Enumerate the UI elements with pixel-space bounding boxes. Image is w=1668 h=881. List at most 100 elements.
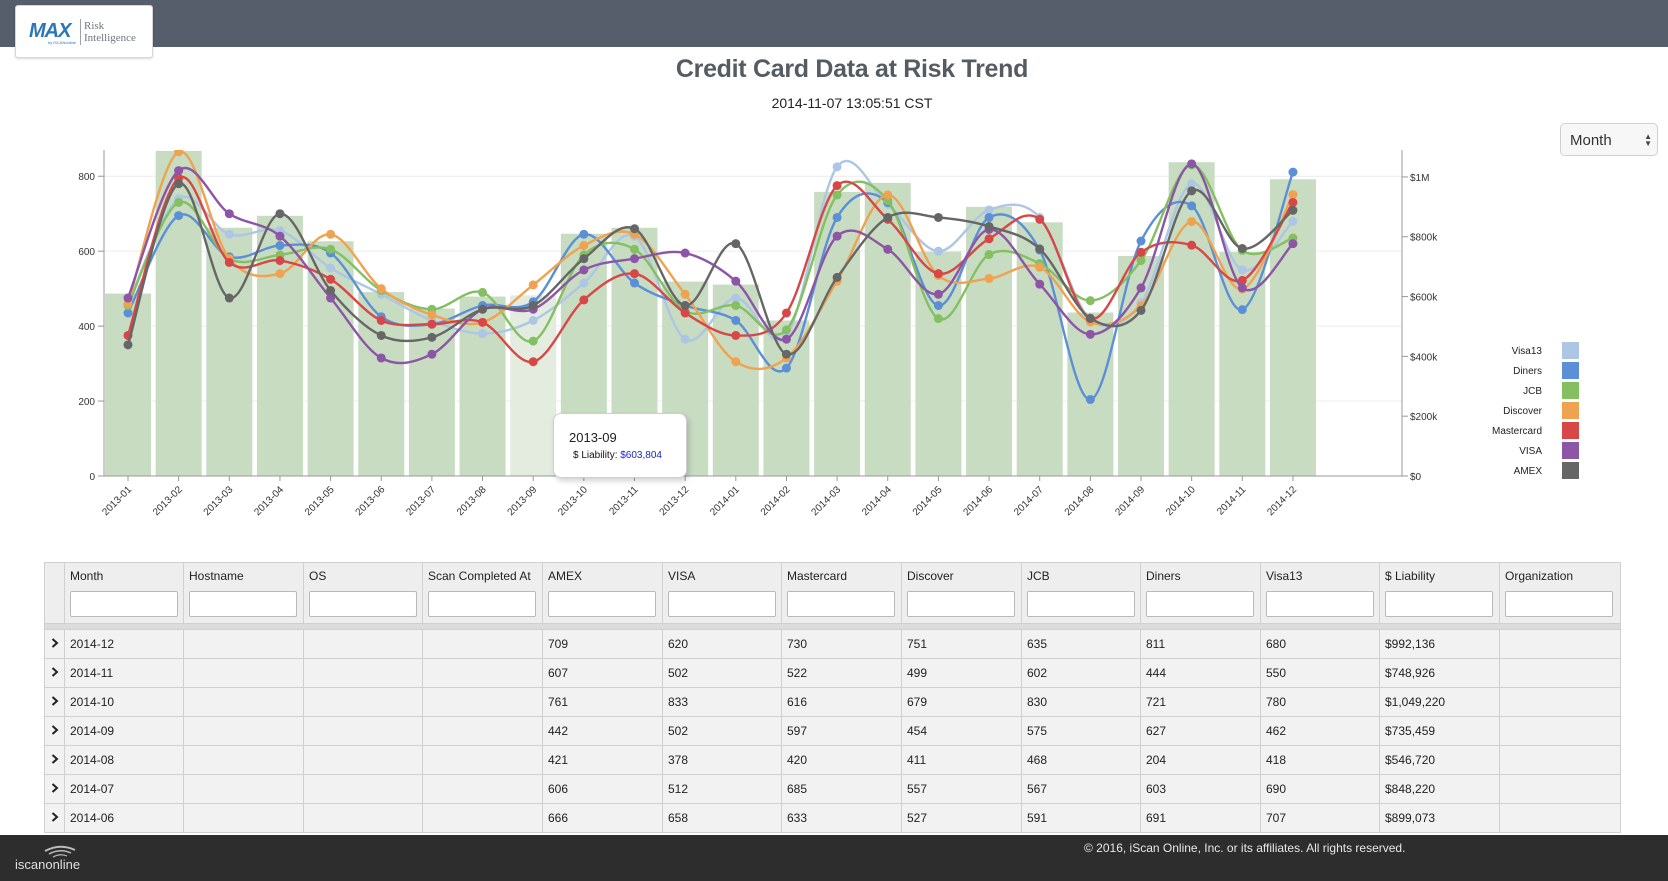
table-cell: 550 [1260, 658, 1380, 688]
legend-label-amex: AMEX [1514, 466, 1543, 477]
table-cell: 761 [542, 687, 663, 717]
table-row[interactable]: 2014-09 442 502 597 454 575 627 462 $735,459 [44, 716, 1621, 746]
table-cell: 627 [1140, 716, 1261, 746]
table-cell: $546,720 [1379, 745, 1500, 775]
series-point-visa13 [1237, 265, 1247, 275]
x-tick-label: 2014-07 [1012, 484, 1046, 518]
expand-row-chevron-icon[interactable] [44, 687, 65, 717]
legend-swatch-amex [1562, 462, 1579, 479]
trend-chart: 0 200 400 600 800 $0 $200k $400k $600k $800k $1M 20… [78, 150, 1579, 518]
column-filter-input[interactable] [189, 591, 297, 617]
expand-row-chevron-icon[interactable] [44, 774, 65, 804]
column-header-visa[interactable]: VISA [662, 562, 782, 624]
tooltip-title: 2013-09 [569, 430, 617, 445]
column-header-visa13[interactable]: Visa13 [1260, 562, 1380, 624]
table-cell [183, 658, 304, 688]
x-tick-label: 2013-10 [556, 484, 590, 518]
table-cell [1499, 774, 1621, 804]
table-cell [183, 774, 304, 804]
right-tick-label: $600k [1410, 293, 1438, 304]
column-header-month[interactable]: Month [64, 562, 184, 624]
table-cell: 707 [1260, 803, 1380, 833]
table-cell: 602 [1021, 658, 1141, 688]
series-point-amex [883, 212, 893, 222]
column-header-amex[interactable]: AMEX [542, 562, 663, 624]
expand-row-chevron-icon[interactable] [44, 658, 65, 688]
chart-tooltip: 2013-09 $ Liability: $603,804 [553, 413, 687, 478]
table-row[interactable]: 2014-07 606 512 685 557 567 603 690 $848,220 [44, 774, 1621, 804]
expand-row-chevron-icon[interactable] [44, 629, 65, 659]
column-filter-input[interactable] [787, 591, 895, 617]
column-filter-input[interactable] [548, 591, 656, 617]
series-point-mastercard [224, 257, 234, 267]
table-cell: 378 [662, 745, 782, 775]
footer: iscanonline © 2016, iScan Online, Inc. o… [0, 835, 1668, 881]
column-header-diners[interactable]: Diners [1140, 562, 1261, 624]
series-point-visa [1187, 159, 1197, 169]
column-label: Scan Completed At [428, 569, 531, 583]
column-filter-input[interactable] [668, 591, 776, 617]
table-cell: 575 [1021, 716, 1141, 746]
table-row[interactable]: 2014-06 666 658 633 527 591 691 707 $899,073 [44, 803, 1621, 833]
column-header-discover[interactable]: Discover [901, 562, 1022, 624]
expand-row-chevron-icon[interactable] [44, 745, 65, 775]
column-header-scan-completed-at[interactable]: Scan Completed At [422, 562, 543, 624]
column-header-os[interactable]: OS [303, 562, 423, 624]
series-point-discover [984, 274, 994, 284]
column-filter-input[interactable] [1385, 591, 1493, 617]
column-label: OS [309, 569, 327, 583]
column-header-organization[interactable]: Organization [1499, 562, 1621, 624]
series-point-discover [275, 269, 285, 279]
table-cell: 633 [781, 803, 902, 833]
column-filter-input[interactable] [428, 591, 536, 617]
table-row[interactable]: 2014-11 607 502 522 499 602 444 550 $748,926 [44, 658, 1621, 688]
series-point-diners [933, 301, 943, 311]
column-label: AMEX [548, 569, 583, 583]
series-point-visa [174, 166, 184, 176]
series-point-amex [224, 293, 234, 303]
table-cell: 421 [542, 745, 663, 775]
left-tick-label: 400 [78, 322, 95, 333]
table-row[interactable]: 2014-08 421 378 420 411 468 204 418 $546,720 [44, 745, 1621, 775]
column-filter-input[interactable] [1266, 591, 1374, 617]
column-header-liability[interactable]: $ Liability [1379, 562, 1500, 624]
top-nav-bar [0, 0, 1668, 47]
table-cell: 730 [781, 629, 902, 659]
table-row[interactable]: 2014-10 761 833 616 679 830 721 780 $1,049,220 [44, 687, 1621, 717]
expand-row-chevron-icon[interactable] [44, 803, 65, 833]
right-tick-label: $400k [1410, 352, 1438, 363]
x-tick-label: 2014-06 [961, 484, 995, 518]
column-filter-input[interactable] [1505, 591, 1613, 617]
table-cell [183, 629, 304, 659]
right-tick-label: $1M [1410, 173, 1429, 184]
table-row[interactable]: 2014-12 709 620 730 751 635 811 680 $992,136 [44, 629, 1621, 659]
series-point-diners [731, 315, 741, 325]
column-filter-input[interactable] [1027, 591, 1135, 617]
copyright-text: © 2016, iScan Online, Inc. or its affili… [1084, 841, 1406, 855]
series-point-amex [781, 349, 791, 359]
table-cell: 411 [901, 745, 1022, 775]
series-point-mastercard [1136, 247, 1146, 257]
series-point-amex [832, 272, 842, 282]
right-tick-label: $200k [1410, 412, 1438, 423]
legend-label-mastercard: Mastercard [1492, 426, 1542, 437]
series-point-jcb [984, 250, 994, 260]
table-cell: 444 [1140, 658, 1261, 688]
column-header-mastercard[interactable]: Mastercard [781, 562, 902, 624]
app-logo[interactable]: MAX Risk Intelligence by iSCANonline [15, 5, 153, 58]
x-tick-label: 2014-08 [1063, 484, 1097, 518]
series-point-amex [1288, 205, 1298, 215]
series-point-discover [376, 284, 386, 294]
column-filter-input[interactable] [309, 591, 417, 617]
column-filter-input[interactable] [907, 591, 1015, 617]
column-header-jcb[interactable]: JCB [1021, 562, 1141, 624]
expand-row-chevron-icon[interactable] [44, 716, 65, 746]
table-cell: 2014-06 [64, 803, 184, 833]
column-label: VISA [668, 569, 696, 583]
series-point-discover [1035, 262, 1045, 272]
column-header-hostname[interactable]: Hostname [183, 562, 304, 624]
series-point-visa [1136, 283, 1146, 293]
column-filter-input[interactable] [1146, 591, 1254, 617]
column-filter-input[interactable] [70, 591, 178, 617]
x-tick-label: 2013-12 [658, 484, 692, 518]
